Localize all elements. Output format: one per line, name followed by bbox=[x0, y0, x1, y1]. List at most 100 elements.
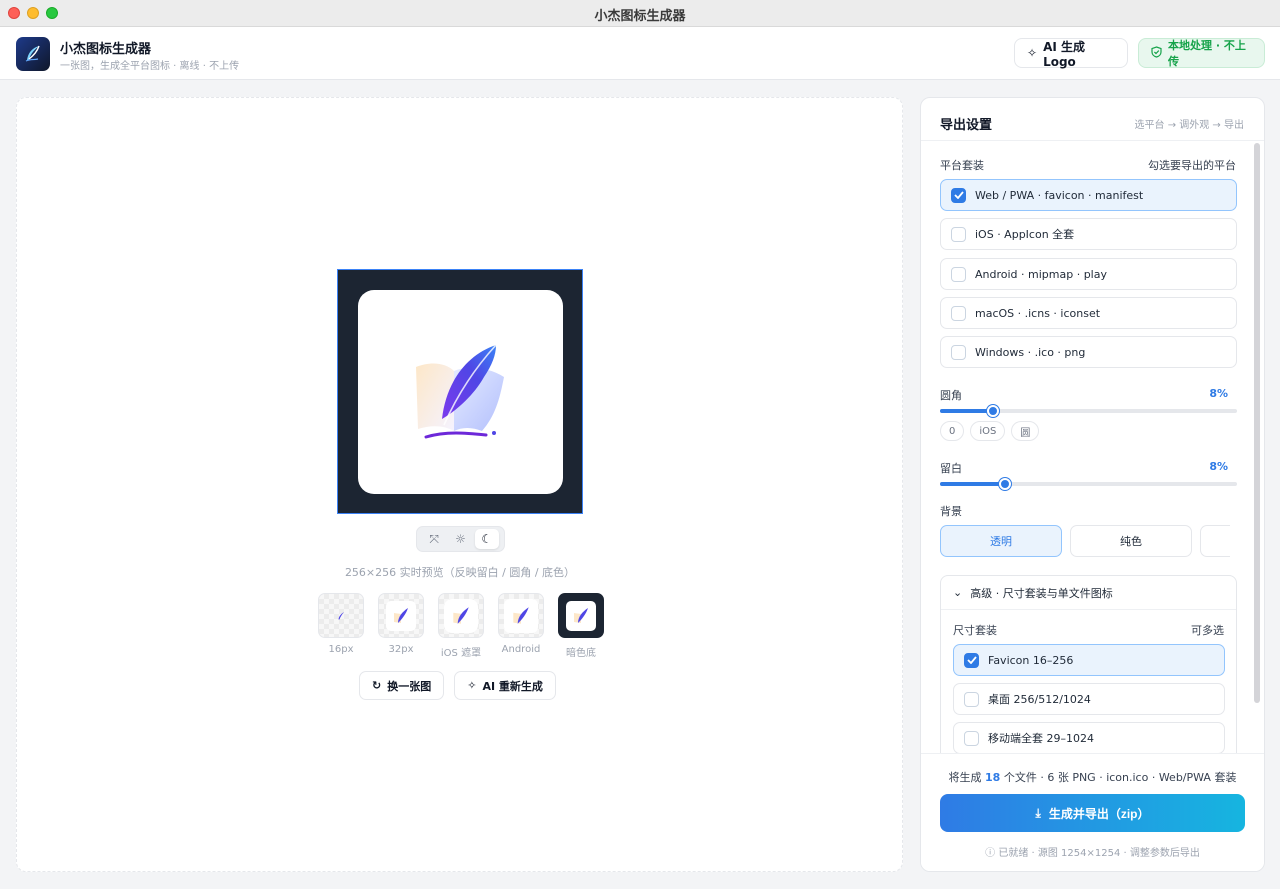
panel-header: 导出设置 选平台 → 调外观 → 导出 bbox=[921, 98, 1264, 141]
app-logo-icon bbox=[16, 37, 50, 71]
status-line: ⓘ 已就绪 · 源图 1254×1254 · 调整参数后导出 bbox=[921, 844, 1264, 859]
panel-footer: 将生成 18 个文件 · 6 张 PNG · icon.ico · Web/PW… bbox=[921, 753, 1264, 871]
corner-preset-circle[interactable]: 圆 bbox=[1011, 421, 1040, 441]
preview-mode-toggle: ⤧ ☼ ☾ bbox=[416, 526, 505, 552]
moon-icon: ☾ bbox=[481, 532, 493, 546]
size-desktop[interactable]: 桌面 256/512/1024 bbox=[953, 683, 1225, 715]
platform-label: Windows · .ico · png bbox=[975, 345, 1086, 359]
size-mobile[interactable]: 移动端全套 29–1024 bbox=[953, 722, 1225, 754]
checkbox-icon[interactable] bbox=[951, 305, 966, 321]
corner-presets: 0 iOS 圆 bbox=[940, 421, 1040, 441]
export-summary: 将生成 18 个文件 · 6 张 PNG · icon.ico · Web/PW… bbox=[948, 771, 1237, 784]
fit-mode-button[interactable]: ⤧ bbox=[422, 529, 446, 549]
feather-book-icon bbox=[394, 607, 408, 623]
sun-icon: ☼ bbox=[455, 532, 466, 546]
ai-logo-label: AI 生成 Logo bbox=[1043, 39, 1085, 69]
ai-regenerate-label: AI 重新生成 bbox=[482, 679, 543, 693]
sparkle-icon: ✧ bbox=[467, 679, 477, 692]
shield-check-icon bbox=[1151, 45, 1162, 61]
app-name: 小杰图标生成器 bbox=[60, 42, 152, 57]
background-label: 背景 bbox=[940, 505, 962, 518]
corner-radius-value: 8% bbox=[1209, 387, 1228, 400]
platform-label: macOS · .icns · iconset bbox=[975, 306, 1101, 320]
bg-option-more[interactable] bbox=[1200, 525, 1230, 557]
platform-windows[interactable]: Windows · .ico · png bbox=[940, 336, 1237, 368]
panel-steps: 选平台 → 调外观 → 导出 bbox=[1134, 120, 1244, 131]
feather-book-icon bbox=[453, 606, 469, 624]
padding-slider[interactable] bbox=[940, 478, 1237, 490]
size-set-hint: 可多选 bbox=[1191, 624, 1224, 637]
replace-image-label: 换一张图 bbox=[387, 679, 432, 693]
window-title: 小杰图标生成器 bbox=[594, 9, 686, 24]
dark-mode-button[interactable]: ☾ bbox=[474, 529, 499, 549]
corner-radius-handle[interactable] bbox=[987, 405, 999, 417]
expand-icon: ⤧ bbox=[429, 531, 439, 546]
large-icon-preview bbox=[337, 269, 583, 514]
file-count: 18 bbox=[985, 771, 1001, 784]
export-label: 生成并导出（zip） bbox=[1048, 806, 1150, 821]
corner-radius-label: 圆角 bbox=[940, 389, 962, 402]
icon-tile bbox=[358, 290, 563, 494]
platform-label: iOS · AppIcon 全套 bbox=[975, 228, 1075, 241]
corner-preset-zero[interactable]: 0 bbox=[940, 421, 965, 441]
platform-section-hint: 勾选要导出的平台 bbox=[1148, 159, 1236, 172]
thumb-ios-mask[interactable]: iOS 遮罩 bbox=[438, 593, 484, 659]
platform-label: Android · mipmap · play bbox=[975, 267, 1107, 281]
background-options: 透明 纯色 bbox=[940, 525, 1230, 557]
advanced-title: 高级 · 尺寸套装与单文件图标 bbox=[970, 586, 1113, 600]
thumb-dark-bg[interactable]: 暗色底 bbox=[558, 593, 604, 659]
checkbox-icon[interactable] bbox=[951, 344, 966, 360]
export-zip-button[interactable]: ⤓ 生成并导出（zip） bbox=[940, 794, 1245, 832]
checkbox-icon[interactable] bbox=[964, 691, 979, 707]
app-subtitle: 一张图，生成全平台图标 · 离线 · 不上传 bbox=[60, 61, 240, 72]
ai-regenerate-button[interactable]: ✧ AI 重新生成 bbox=[454, 671, 556, 700]
replace-image-button[interactable]: ↻ 换一张图 bbox=[359, 671, 445, 700]
advanced-toggle[interactable]: ⌄ 高级 · 尺寸套装与单文件图标 bbox=[941, 576, 1236, 610]
corner-radius-slider[interactable] bbox=[940, 405, 1237, 417]
panel-title: 导出设置 bbox=[940, 118, 993, 133]
thumb-32px[interactable]: 32px bbox=[378, 593, 424, 659]
platform-macos[interactable]: macOS · .icns · iconset bbox=[940, 297, 1237, 329]
platform-label: Web / PWA · favicon · manifest bbox=[975, 188, 1144, 202]
size-set-label: 尺寸套装 bbox=[953, 624, 997, 637]
padding-label: 留白 bbox=[940, 462, 962, 475]
chevron-down-icon: ⌄ bbox=[953, 586, 963, 599]
bg-option-solid[interactable]: 纯色 bbox=[1070, 525, 1192, 557]
preview-caption: 256×256 实时预览（反映留白 / 圆角 / 底色） bbox=[344, 566, 576, 579]
export-settings-panel: 导出设置 选平台 → 调外观 → 导出 平台套装 勾选要导出的平台 Web / … bbox=[920, 97, 1265, 872]
info-icon: ⓘ bbox=[985, 848, 996, 859]
thumb-android[interactable]: Android bbox=[498, 593, 544, 659]
feather-book-icon bbox=[513, 606, 529, 624]
thumbnail-row: 16px 32px iOS 遮罩 Android 暗色底 bbox=[318, 593, 604, 659]
size-label: 移动端全套 29–1024 bbox=[988, 732, 1094, 745]
size-label: Favicon 16–256 bbox=[988, 653, 1074, 667]
sparkle-icon: ✧ bbox=[1027, 46, 1038, 60]
panel-scrollbar[interactable] bbox=[1254, 143, 1260, 703]
light-mode-button[interactable]: ☼ bbox=[448, 529, 472, 549]
checkbox-icon[interactable] bbox=[951, 266, 966, 282]
thumb-label: iOS 遮罩 bbox=[440, 648, 482, 659]
checkbox-checked-icon[interactable] bbox=[951, 187, 966, 203]
checkbox-icon[interactable] bbox=[951, 226, 966, 242]
padding-fill bbox=[940, 482, 1005, 486]
platform-android[interactable]: Android · mipmap · play bbox=[940, 258, 1237, 290]
thumb-label: 32px bbox=[388, 644, 414, 655]
size-favicon[interactable]: Favicon 16–256 bbox=[953, 644, 1225, 676]
checkbox-checked-icon[interactable] bbox=[964, 652, 979, 668]
status-text: 已就绪 · 源图 1254×1254 · 调整参数后导出 bbox=[998, 848, 1200, 859]
checkbox-icon[interactable] bbox=[964, 730, 979, 746]
thumb-label: 16px bbox=[328, 644, 354, 655]
platform-section-label: 平台套装 bbox=[940, 159, 984, 172]
feather-book-icon bbox=[415, 344, 504, 439]
corner-preset-ios[interactable]: iOS bbox=[970, 421, 1006, 441]
ai-generate-logo-button[interactable]: ✧ AI 生成 Logo bbox=[1014, 38, 1128, 69]
corner-radius-fill bbox=[940, 409, 993, 413]
app-header: 小杰图标生成器 一张图，生成全平台图标 · 离线 · 不上传 ✧ AI 生成 L… bbox=[0, 27, 1280, 80]
platform-web-pwa[interactable]: Web / PWA · favicon · manifest bbox=[940, 179, 1237, 211]
platform-ios[interactable]: iOS · AppIcon 全套 bbox=[940, 218, 1237, 250]
thumb-label: 暗色底 bbox=[566, 648, 596, 659]
feather-book-icon bbox=[338, 611, 344, 619]
thumb-16px[interactable]: 16px bbox=[318, 593, 364, 659]
padding-handle[interactable] bbox=[999, 478, 1011, 490]
bg-option-transparent[interactable]: 透明 bbox=[940, 525, 1062, 557]
